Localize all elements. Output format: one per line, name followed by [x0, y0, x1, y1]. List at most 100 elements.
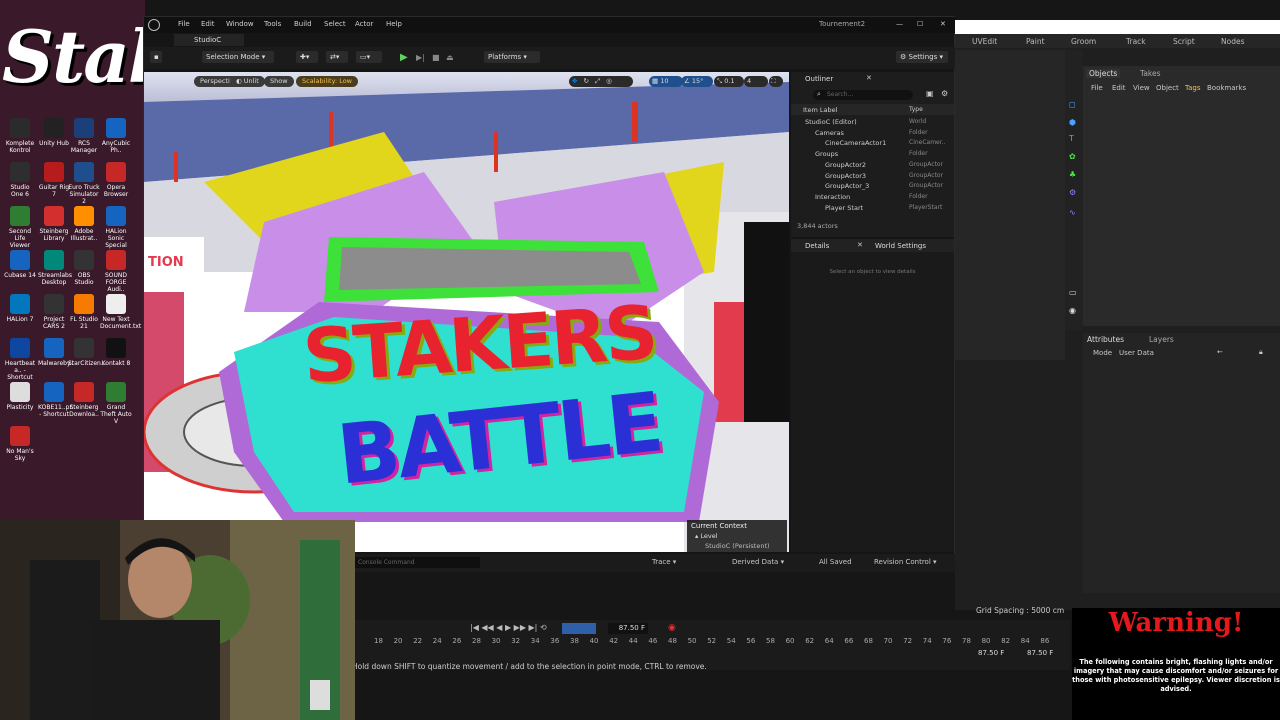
desktop-icon[interactable]: SOUND FORGE Audi.. — [100, 250, 132, 293]
tab-attributes[interactable]: Attributes — [1087, 335, 1124, 344]
outliner-search-box[interactable]: ⌕ Search... — [813, 90, 913, 100]
play-backward-icon[interactable]: ◀ — [496, 623, 502, 632]
world-icon[interactable]: ◎ — [603, 77, 615, 85]
last-frame-icon[interactable]: ▶| — [529, 623, 538, 632]
menu-obj-file[interactable]: File — [1091, 84, 1103, 92]
next-key-icon[interactable]: ▶▶ — [514, 623, 526, 632]
step-icon[interactable]: ▶| — [416, 53, 425, 62]
desktop-icon[interactable]: Heartbeat a.. - Shortcut — [4, 338, 36, 381]
tab-script[interactable]: Script — [1173, 37, 1195, 46]
attr-user-data-menu[interactable]: User Data — [1119, 349, 1154, 357]
menu-file[interactable]: File — [178, 20, 190, 28]
outliner-row[interactable]: Player Start PlayerStart — [791, 203, 954, 213]
menu-obj-tags[interactable]: Tags — [1185, 84, 1201, 92]
transport-controls[interactable]: |◀ ◀◀ ◀ ▶ ▶▶ ▶| ⟲ — [470, 623, 547, 632]
derived-data-button[interactable]: Derived Data ▾ — [732, 558, 784, 566]
outliner-search-input[interactable]: Search... — [827, 91, 853, 98]
context-value[interactable]: StudioC (Persistent) — [705, 542, 770, 550]
outliner-row[interactable]: CineCameraActor1 CineCamer.. — [791, 138, 954, 148]
tab-world-settings[interactable]: World Settings — [875, 242, 926, 250]
console-command-input[interactable]: Console Command — [354, 557, 480, 568]
minimize-icon[interactable]: — — [896, 20, 903, 28]
tab-groom[interactable]: Groom — [1071, 37, 1096, 46]
desktop-icon[interactable]: Project CARS 2 — [38, 294, 70, 330]
menu-obj-edit[interactable]: Edit — [1112, 84, 1126, 92]
tab-uvedit[interactable]: UVEdit — [972, 37, 997, 46]
desktop-icon[interactable]: AnyCubic Ph.. — [100, 118, 132, 154]
desktop-icon[interactable]: Steinberg Library — [38, 206, 70, 242]
add-folder-icon[interactable]: ▣ — [926, 89, 934, 98]
desktop-icon[interactable]: HALion Sonic Special — [100, 206, 132, 249]
desktop-icon[interactable]: FL Studio 21 — [68, 294, 100, 330]
light-icon[interactable]: ◉ — [1069, 306, 1076, 315]
menu-obj-bookmarks[interactable]: Bookmarks — [1207, 84, 1246, 92]
outliner-row[interactable]: Interaction Folder — [791, 192, 954, 202]
cinematics-icon[interactable]: ▭▾ — [356, 51, 382, 63]
spline-icon[interactable]: ∿ — [1069, 208, 1076, 217]
menu-edit[interactable]: Edit — [201, 20, 215, 28]
loop-icon[interactable]: ⟲ — [540, 623, 547, 632]
view-mode-button[interactable]: ◐ Unlit — [230, 76, 265, 87]
maximize-viewport-icon[interactable]: ⛶ — [769, 76, 783, 87]
add-content-icon[interactable]: ✚▾ — [296, 51, 318, 63]
transform-tools[interactable]: ✥ ↻ ⤢ ◎ — [569, 76, 633, 87]
desktop-icon[interactable]: Euro Truck Simulator 2 — [68, 162, 100, 205]
desktop-icon[interactable]: Guitar Rig 7 — [38, 162, 70, 198]
prev-key-icon[interactable]: ◀◀ — [481, 623, 493, 632]
desktop-icon[interactable]: Komplete Kontrol — [4, 118, 36, 154]
all-saved-button[interactable]: All Saved — [819, 558, 852, 566]
scale-snap[interactable]: ⤡ 0.1 — [714, 76, 744, 87]
grid-snap[interactable]: ▦ 10 — [649, 76, 683, 87]
text-icon[interactable]: T — [1069, 134, 1074, 143]
tab-details[interactable]: Details — [805, 242, 829, 250]
close-icon[interactable]: ✕ — [940, 20, 946, 28]
rotation-snap[interactable]: ∠ 15° — [681, 76, 713, 87]
desktop-icon[interactable]: Streamlabs Desktop — [38, 250, 72, 286]
timeline-ruler[interactable]: 18 20 22 24 26 28 30 32 34 36 38 40 42 44 46 48 50 52 54 56… — [364, 637, 1064, 647]
tab-track[interactable]: Track — [1126, 37, 1146, 46]
menu-obj-object[interactable]: Object — [1156, 84, 1179, 92]
desktop-icon[interactable]: Plasticity — [4, 382, 36, 411]
scale-icon[interactable]: ⤢ — [592, 77, 603, 85]
desktop-icon[interactable]: HALion 7 — [4, 294, 36, 323]
deformer-icon[interactable]: ♣ — [1069, 170, 1076, 179]
c4d-viewport[interactable] — [955, 50, 1065, 360]
desktop-icon[interactable]: OBS Studio — [68, 250, 100, 286]
level-viewport[interactable]: STAKERS BATTLE TION Perspective ◐ Unlit … — [144, 72, 789, 552]
desktop-icon[interactable]: RCS Manager — [68, 118, 100, 154]
menu-obj-view[interactable]: View — [1133, 84, 1150, 92]
level-tab[interactable]: StudioC — [174, 34, 244, 46]
desktop-icon[interactable]: Kontakt 8 — [100, 338, 132, 367]
generator-icon[interactable]: ✿ — [1069, 152, 1076, 161]
outliner-row[interactable]: StudioC (Editor) World — [791, 117, 954, 127]
lock-icon[interactable]: 🔒︎ — [1259, 348, 1263, 357]
desktop-icon[interactable]: Second Life Viewer — [4, 206, 36, 249]
menu-actor[interactable]: Actor — [355, 20, 373, 28]
menu-window[interactable]: Window — [226, 20, 254, 28]
play-icon[interactable]: ▶ — [400, 52, 408, 63]
attr-mode-menu[interactable]: Mode — [1093, 349, 1112, 357]
field-icon[interactable]: ⚙ — [1069, 188, 1076, 197]
desktop-icon[interactable]: New Text Document.txt — [100, 294, 141, 330]
blueprint-icon[interactable]: ⇄▾ — [326, 51, 348, 63]
outliner-row[interactable]: GroupActor3 GroupActor — [791, 171, 954, 181]
stop-icon[interactable]: ■ — [432, 53, 440, 62]
tab-nodes[interactable]: Nodes — [1221, 37, 1244, 46]
record-mode-buttons[interactable] — [562, 623, 596, 634]
eject-icon[interactable]: ⏏ — [446, 53, 454, 62]
back-arrow-icon[interactable]: ← — [1217, 348, 1223, 356]
desktop-icon[interactable]: Grand Theft Auto V — [100, 382, 132, 425]
range-start-field[interactable]: 87.50 F — [978, 649, 1004, 657]
first-frame-icon[interactable]: |◀ — [470, 623, 479, 632]
selection-mode-dropdown[interactable]: Selection Mode ▾ — [202, 51, 274, 63]
play-forward-icon[interactable]: ▶ — [505, 623, 511, 632]
cube-icon[interactable]: ◻ — [1069, 100, 1076, 109]
current-frame-field[interactable]: 87.50 F — [608, 623, 648, 634]
desktop-icon[interactable]: Malwareby.. — [38, 338, 73, 367]
platforms-dropdown[interactable]: Platforms ▾ — [484, 51, 540, 63]
menu-tools[interactable]: Tools — [264, 20, 281, 28]
revision-control-button[interactable]: Revision Control ▾ — [874, 558, 937, 566]
desktop-icon[interactable]: Unity Hub — [38, 118, 70, 147]
camera-speed[interactable]: 4 — [744, 76, 768, 87]
save-icon[interactable]: ▪ — [150, 51, 162, 63]
